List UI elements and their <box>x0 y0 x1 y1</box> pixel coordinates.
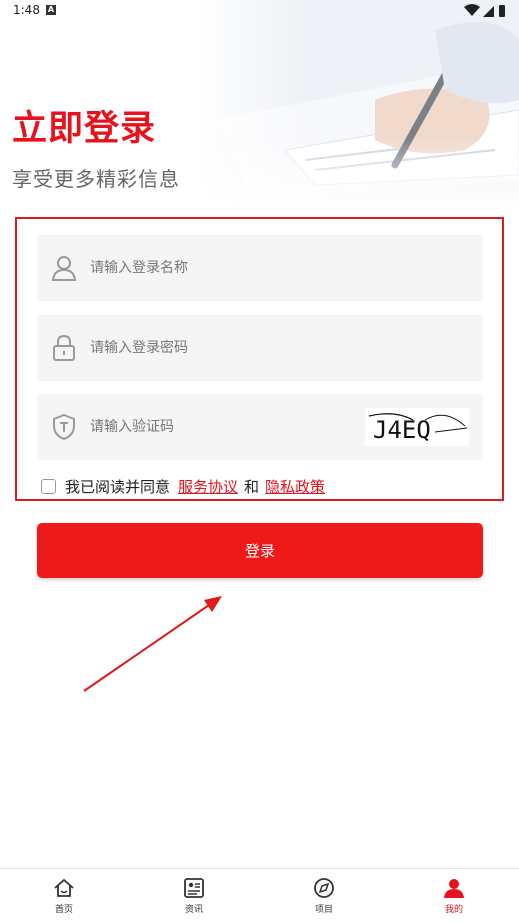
hero-illustration <box>195 0 519 210</box>
username-field[interactable] <box>37 235 483 301</box>
nav-label-mine: 我的 <box>444 905 463 915</box>
nav-label-news: 资讯 <box>184 905 203 915</box>
username-input[interactable] <box>90 235 390 301</box>
password-input[interactable] <box>90 315 390 381</box>
captcha-input[interactable] <box>90 394 330 460</box>
privacy-link[interactable]: 隐私政策 <box>265 476 325 497</box>
terms-link[interactable]: 服务协议 <box>178 476 238 497</box>
nav-item-news[interactable]: 资讯 <box>164 877 224 921</box>
lock-icon <box>53 334 75 361</box>
agreement-checkbox[interactable] <box>41 478 56 494</box>
wifi-icon <box>464 4 480 16</box>
notification-icon: A <box>46 5 56 15</box>
nav-item-mine[interactable]: 我的 <box>424 877 484 921</box>
status-time: 1:48 <box>13 3 40 17</box>
password-field[interactable] <box>37 315 483 381</box>
shield-icon <box>53 413 75 441</box>
battery-icon <box>499 5 505 17</box>
bottom-nav: 首页 资讯 项目 我的 <box>0 868 519 922</box>
captcha-text: J4EQ <box>373 416 431 444</box>
agreement-prefix: 我已阅读并同意 <box>65 477 171 496</box>
nav-item-projects[interactable]: 项目 <box>294 877 354 921</box>
page-subtitle: 享受更多精彩信息 <box>12 167 180 191</box>
nav-label-projects: 项目 <box>314 905 333 915</box>
person-icon <box>444 879 464 898</box>
nav-item-home[interactable]: 首页 <box>34 877 94 921</box>
status-bar: 1:48 A <box>0 0 519 24</box>
nav-label-home: 首页 <box>54 905 73 915</box>
home-icon <box>54 878 74 897</box>
compass-icon <box>314 878 334 898</box>
annotation-arrow <box>83 596 222 692</box>
signal-icon <box>483 6 494 17</box>
page-title: 立即登录 <box>12 109 157 149</box>
captcha-field[interactable]: J4EQ <box>37 394 483 460</box>
news-icon <box>184 878 204 898</box>
agreement-row: 我已阅读并同意 服务协议 和 隐私政策 <box>41 476 331 496</box>
captcha-image[interactable]: J4EQ <box>365 408 469 446</box>
agreement-and: 和 <box>244 477 260 496</box>
status-icons <box>464 4 505 17</box>
user-icon <box>51 256 77 281</box>
login-button[interactable]: 登录 <box>37 523 483 578</box>
